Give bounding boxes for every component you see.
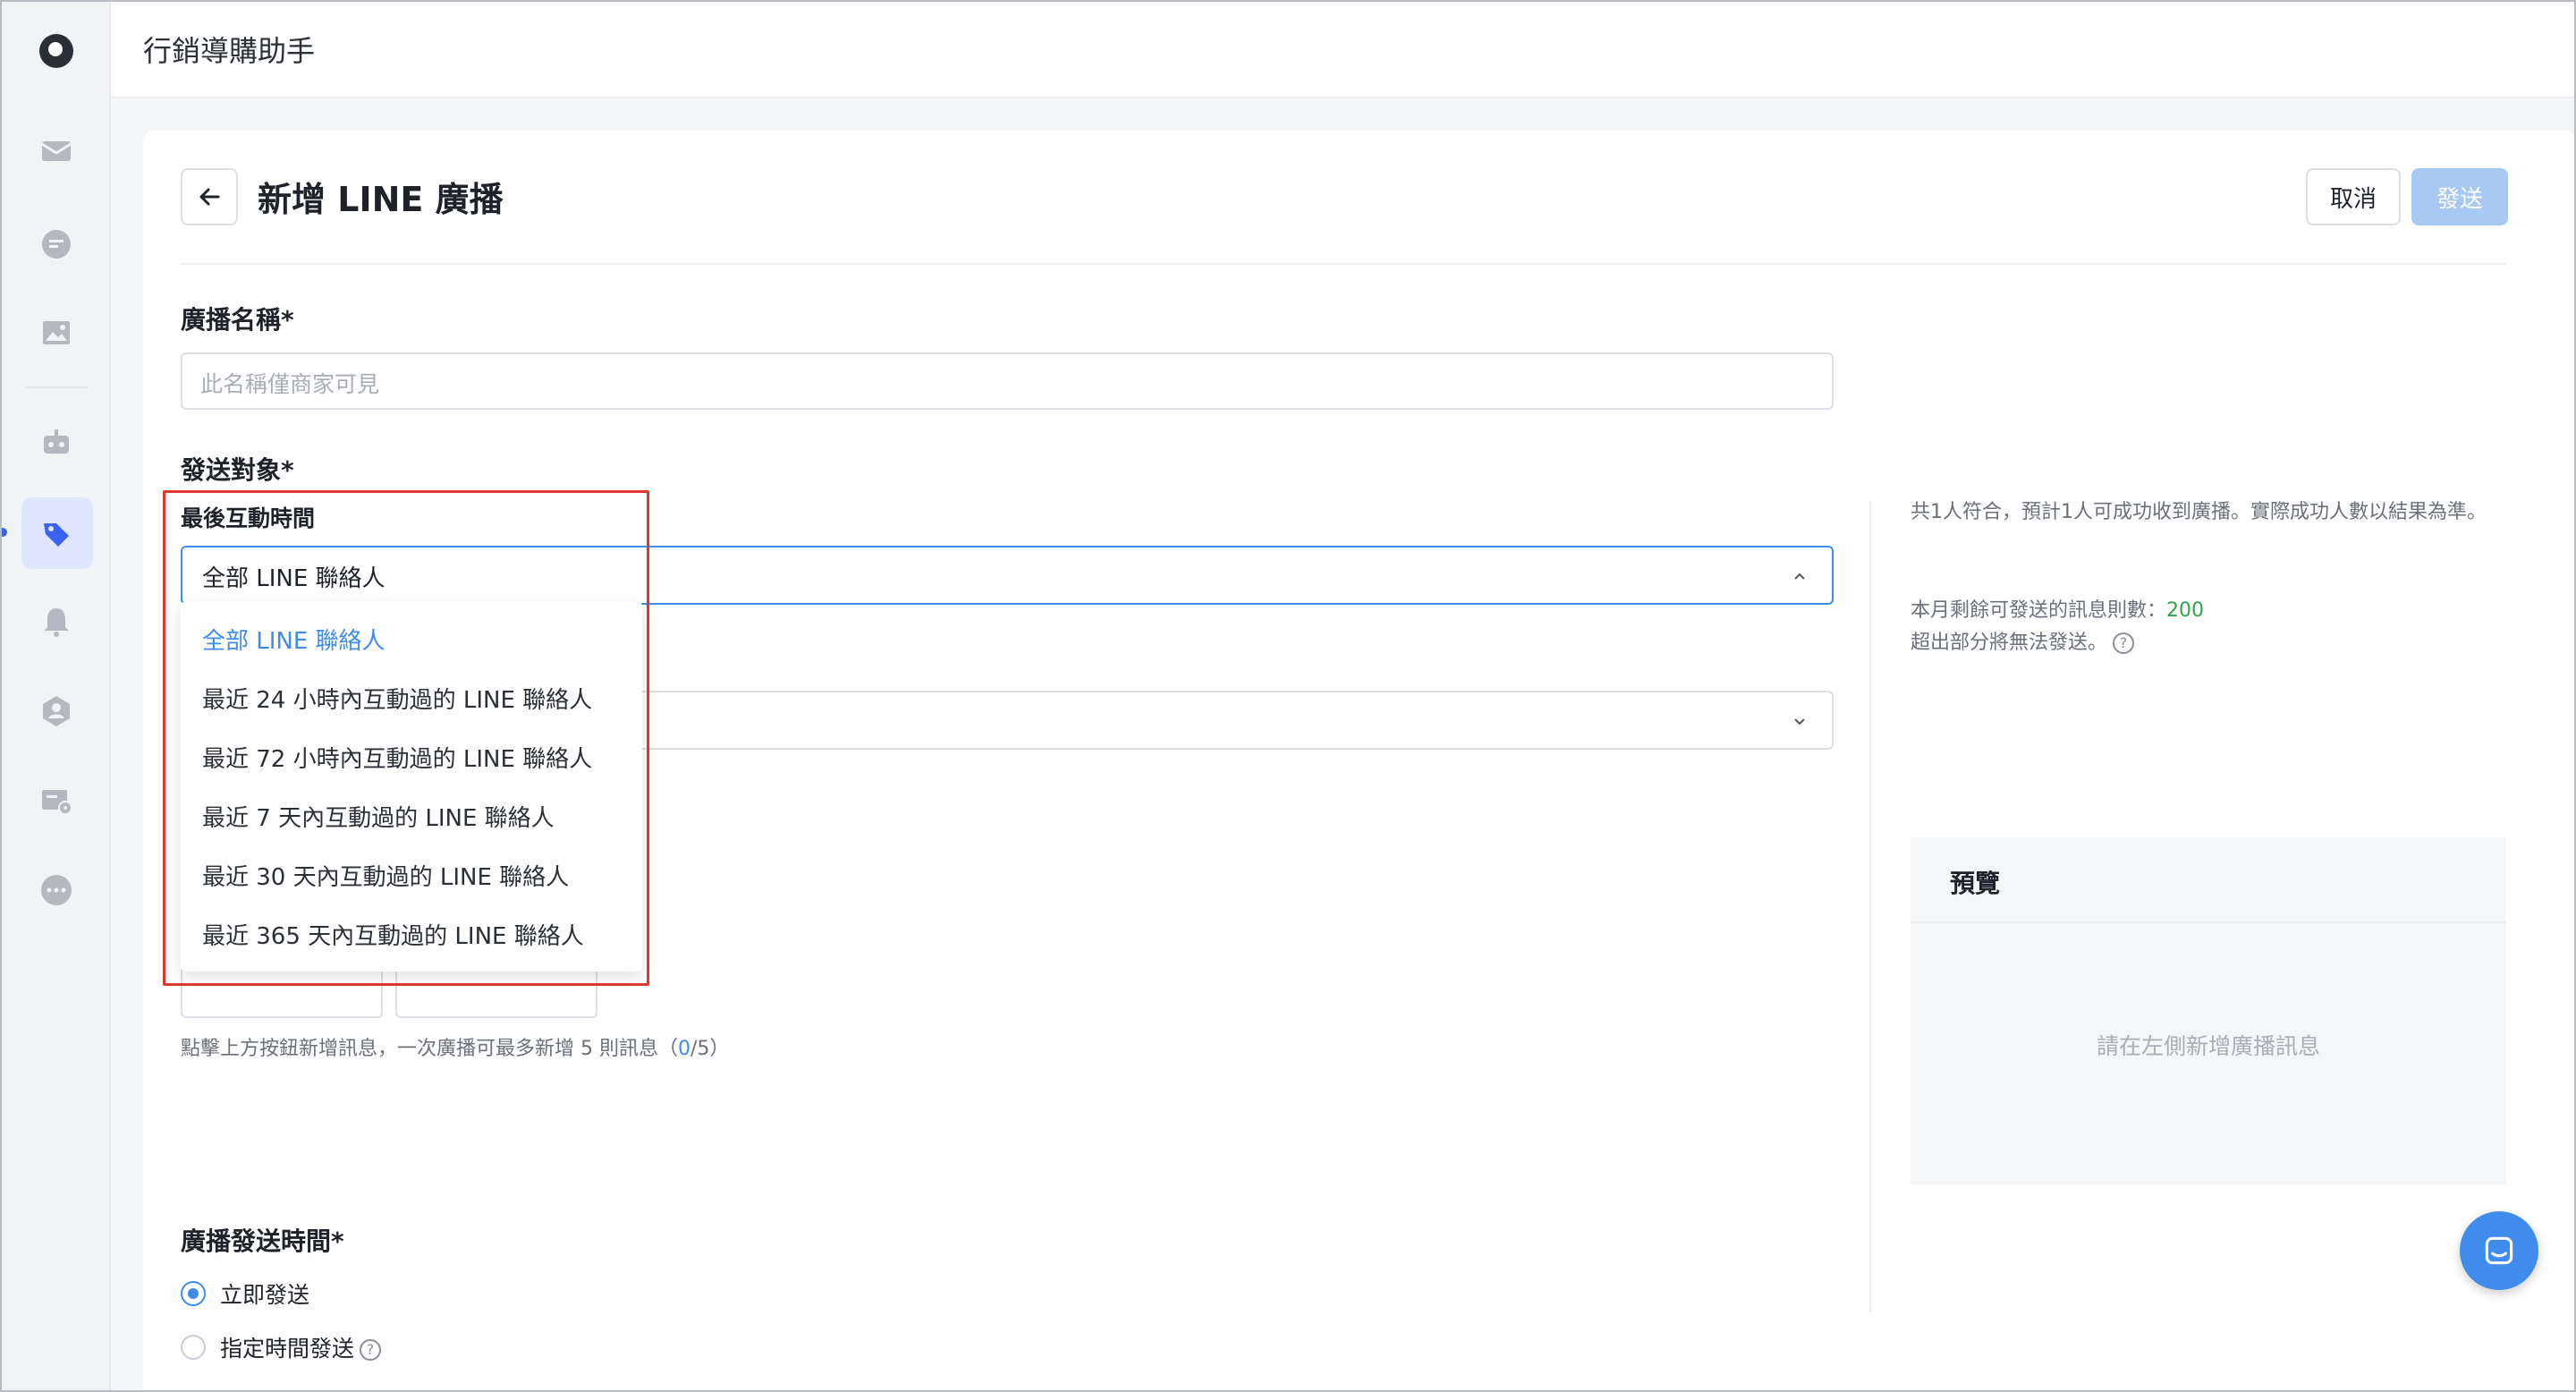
add-image-message-button[interactable] <box>395 966 597 1018</box>
dropdown-option[interactable]: 最近 7 天內互動過的 LINE 聯絡人 <box>202 800 555 833</box>
nav-separator <box>25 386 88 388</box>
last-interaction-value: 全部 LINE 聯絡人 <box>202 565 386 592</box>
scheduled-send-label: 指定時間發送? <box>220 1331 382 1363</box>
dropdown-option[interactable]: 全部 LINE 聯絡人 <box>202 623 386 656</box>
target-label: 發送對象* <box>181 455 294 485</box>
dropdown-option[interactable]: 最近 365 天內互動過的 LINE 聯絡人 <box>202 918 584 951</box>
chat-bubble-icon <box>2485 1236 2513 1265</box>
dropdown-option[interactable]: 最近 72 小時內互動過的 LINE 聯絡人 <box>202 741 592 774</box>
chat-support-button[interactable] <box>2460 1211 2538 1290</box>
help-icon[interactable]: ? <box>2113 632 2135 654</box>
mail-icon[interactable] <box>34 129 79 174</box>
robot-icon[interactable] <box>34 420 79 465</box>
sidebar <box>2 2 111 1390</box>
broadcast-name-label: 廣播名稱* <box>181 305 294 335</box>
chat-icon[interactable] <box>34 222 79 267</box>
cancel-button[interactable]: 取消 <box>2306 168 2401 225</box>
remaining-value: 200 <box>2166 599 2205 622</box>
app-logo[interactable] <box>39 34 73 68</box>
last-interaction-dropdown: 全部 LINE 聯絡人 最近 24 小時內互動過的 LINE 聯絡人 最近 72… <box>181 601 642 972</box>
broadcast-name-placeholder: 此名稱僅商家可見 <box>200 371 380 397</box>
preview-header: 預覽 <box>1911 837 2506 923</box>
schedule-label: 廣播發送時間* <box>181 1226 344 1256</box>
help-icon[interactable]: ? <box>360 1339 382 1361</box>
preview-panel: 預覽 請在左側新增廣播訊息 <box>1911 837 2506 1184</box>
dropdown-option[interactable]: 最近 30 天內互動過的 LINE 聯絡人 <box>202 859 569 892</box>
scheduled-send-radio[interactable] <box>181 1335 206 1360</box>
app-title: 行銷導購助手 <box>143 34 316 68</box>
chevron-up-icon <box>1794 573 1805 580</box>
overflow-text: 超出部分將無法發送。 <box>1911 632 2108 654</box>
page-title: 新增 LINE 廣播 <box>258 180 504 219</box>
scheduled-send-text: 指定時間發送 <box>220 1336 355 1362</box>
active-indicator <box>2 528 7 537</box>
preview-empty-text: 請在左側新增廣播訊息 <box>2096 1033 2320 1059</box>
remaining-label: 本月剩餘可發送的訊息則數： <box>1911 599 2167 622</box>
send-now-radio[interactable] <box>181 1281 206 1306</box>
remaining-info: 本月剩餘可發送的訊息則數：200 <box>1911 598 2501 624</box>
image-icon[interactable] <box>34 311 79 356</box>
card-settings-icon[interactable] <box>34 778 79 823</box>
message-hint-suffix: /5） <box>691 1038 730 1060</box>
match-info: 共1人符合，預計1人可成功收到廣播。實際成功人數以結果為準。 <box>1911 501 2487 523</box>
tag-icon[interactable] <box>34 512 79 556</box>
send-now-label: 立即發送 <box>220 1282 310 1308</box>
user-hex-icon[interactable] <box>34 689 79 734</box>
arrow-left-icon <box>199 188 220 206</box>
bell-icon[interactable] <box>34 599 79 644</box>
header-divider <box>181 263 2506 265</box>
back-button[interactable] <box>181 168 238 225</box>
last-interaction-label: 最後互動時間 <box>181 505 316 531</box>
last-interaction-select[interactable]: 全部 LINE 聯絡人 <box>181 546 1834 605</box>
broadcast-name-input[interactable]: 此名稱僅商家可見 <box>181 352 1834 410</box>
dropdown-option[interactable]: 最近 24 小時內互動過的 LINE 聯絡人 <box>202 682 592 715</box>
top-bar: 行銷導購助手 <box>111 2 2574 98</box>
chevron-down-icon <box>1794 718 1805 726</box>
message-hint-prefix: 點擊上方按鈕新增訊息，一次廣播可最多新增 5 則訊息（ <box>181 1038 678 1060</box>
overflow-info: 超出部分將無法發送。? <box>1911 630 2501 657</box>
send-button[interactable]: 發送 <box>2411 168 2508 225</box>
message-count: 0 <box>678 1038 691 1060</box>
add-text-message-button[interactable] <box>181 966 383 1018</box>
preview-title: 預覽 <box>1950 869 2001 898</box>
more-icon[interactable] <box>34 868 79 912</box>
column-divider-bottom <box>1869 837 1871 1311</box>
message-hint: 點擊上方按鈕新增訊息，一次廣播可最多新增 5 則訊息（0/5） <box>181 1032 729 1061</box>
broadcast-form-card: 新增 LINE 廣播 取消 發送 廣播名稱* 此名稱僅商家可見 發送對象* 最後… <box>143 131 2574 1390</box>
app-window: 行銷導購助手 新增 LINE 廣播 取消 發送 廣播名稱* 此名稱僅商家可見 發… <box>0 0 2576 1392</box>
